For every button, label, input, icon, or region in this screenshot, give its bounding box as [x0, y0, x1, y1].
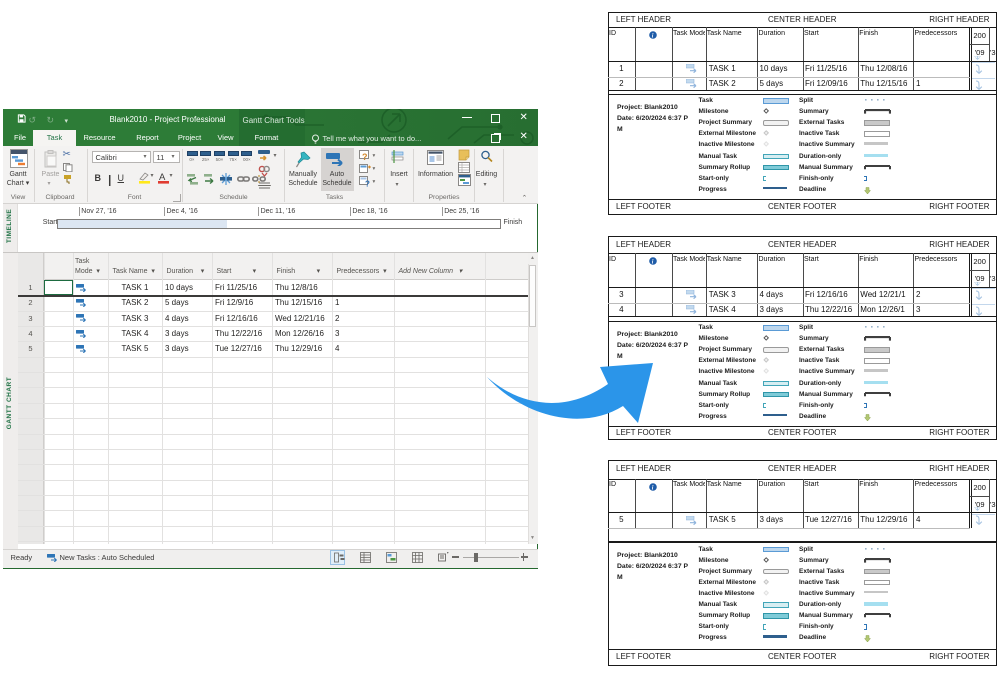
svg-text:?: ? — [365, 179, 370, 187]
svg-text:?: ? — [362, 152, 368, 161]
